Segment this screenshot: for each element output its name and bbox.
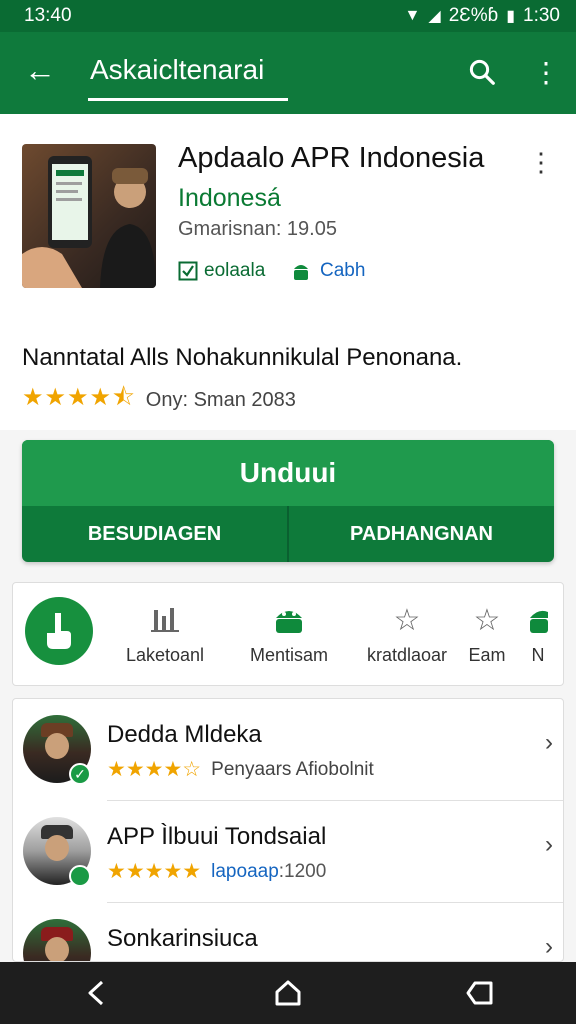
secondary-actions: BESUDIAGEN PADHANGNAN (22, 506, 554, 562)
hand-icon (47, 613, 71, 649)
feature-main-button[interactable] (25, 597, 93, 665)
left-action-button[interactable]: BESUDIAGEN (22, 506, 287, 562)
list-item[interactable]: APP Ìlbuui Tondsaial ★★★★★ lapoaap:1200 … (13, 801, 563, 903)
search-button[interactable] (462, 52, 502, 92)
status-time-right: 1:30 (523, 5, 560, 26)
list-item-subtitle: lapoaap:1200 (211, 861, 326, 883)
star-icon: ☆ (473, 603, 501, 637)
nav-back-icon (88, 980, 104, 1006)
avatar-face (45, 835, 69, 861)
rating-stars-icon: ★★★★⯪ (22, 384, 136, 411)
more-options-button[interactable]: ⋮ (526, 52, 566, 92)
tag-editors-choice: eolaala (178, 260, 265, 282)
list-item-rating: ★★★★★ lapoaap:1200 (107, 859, 326, 884)
avatar-face (45, 937, 69, 961)
search-icon (469, 59, 495, 85)
list-item[interactable]: ✓ Dedda Mldeka ★★★★☆ Penyaars Afiobolnit… (13, 699, 563, 801)
chevron-right-icon: › (545, 831, 553, 858)
list-item-title: Sonkarinsiuca (107, 925, 258, 952)
app-meta: Gmarisnan: 19.05 (178, 218, 337, 240)
back-button[interactable]: ← (20, 50, 60, 90)
more-vert-icon: ⋮ (528, 146, 554, 177)
right-action-button[interactable]: PADHANGNAN (289, 506, 554, 562)
star-icon: ☆ (393, 603, 421, 637)
title-underline (88, 98, 288, 101)
tag1-label: eolaala (204, 260, 266, 281)
android-icon (294, 265, 308, 280)
feature-item-2[interactable]: Mentisam (241, 603, 337, 666)
feature-label-5: N (531, 645, 545, 665)
nav-back-button[interactable] (66, 968, 126, 1018)
rating-text: Ony: Sman 2083 (145, 389, 296, 411)
battery-icon: ▮ (506, 8, 516, 25)
rating-stars-icon: ★★★★☆ (107, 758, 202, 781)
status-time-left: 13:40 (24, 5, 72, 26)
related-apps-list: ✓ Dedda Mldeka ★★★★☆ Penyaars Afiobolnit… (12, 698, 564, 962)
arrow-back-icon: ← (24, 51, 56, 88)
description-rating: ★★★★⯪ Ony: Sman 2083 (22, 380, 296, 421)
checkbox-icon (178, 261, 198, 281)
feature-label-4: Eam (468, 645, 506, 665)
android-icon (528, 603, 548, 637)
nav-recents-button[interactable] (450, 968, 510, 1018)
nav-home-button[interactable] (258, 968, 318, 1018)
chevron-right-icon: › (545, 933, 553, 960)
app-header: Apdaalo APR Indonesia Indonesá Gmarisnan… (0, 114, 576, 320)
action-card: Unduui BESUDIAGEN PADHANGNAN (22, 440, 554, 562)
tag-category: Cabh (290, 260, 365, 282)
stats-icon (149, 603, 181, 637)
battery-text: 2Ɛ%ɓ (448, 5, 499, 26)
app-thumbnail[interactable] (22, 144, 156, 288)
more-vert-icon: ⋮ (532, 56, 560, 88)
status-right: ▼ ◢ 2Ɛ%ɓ ▮ 1:30 (405, 5, 560, 27)
app-thumbnail-image (22, 156, 156, 288)
avatar-face (45, 733, 69, 759)
badge-icon (69, 865, 91, 887)
list-item-rating: ★★★★☆ Penyaars Afiobolnit (107, 757, 374, 782)
nav-home-icon (275, 980, 301, 1006)
system-nav-bar (0, 962, 576, 1024)
verified-check-icon: ✓ (69, 763, 91, 785)
app-name: Apdaalo APR Indonesia (178, 142, 485, 174)
list-item[interactable]: Sonkarinsiuca › (13, 903, 563, 961)
wifi-icon: ▼ (404, 7, 421, 24)
feature-item-1[interactable]: Laketoanl (117, 603, 213, 666)
feature-label-2: Mentisam (249, 645, 329, 665)
feature-strip: Laketoanl Mentisam ☆ kratdlaoar ☆ Eam N (12, 582, 564, 686)
subtitle-count: :1200 (278, 860, 327, 882)
description-title: Nanntatal Alls Nohakunnikulal Penonana. (22, 344, 463, 371)
list-item-title: APP Ìlbuui Tondsaial (107, 823, 327, 850)
app-more-button[interactable]: ⋮ (526, 144, 556, 180)
description-section: Nanntatal Alls Nohakunnikulal Penonana. … (0, 320, 576, 430)
feature-label-3: kratdlaoar (366, 645, 448, 665)
list-item-title: Dedda Mldeka (107, 721, 262, 748)
status-bar: 13:40 ▼ ◢ 2Ɛ%ɓ ▮ 1:30 (0, 0, 576, 32)
android-icon (272, 603, 306, 637)
nav-recents-icon (466, 981, 493, 1005)
list-item-subtitle: Penyaars Afiobolnit (211, 758, 374, 780)
subtitle-link[interactable]: lapoaap (211, 861, 279, 882)
avatar (23, 919, 91, 961)
chevron-right-icon: › (545, 729, 553, 756)
signal-icon: ◢ (428, 8, 441, 25)
app-bar: ← Askaicltenarai ⋮ (0, 32, 576, 114)
feature-item-5[interactable]: N (513, 603, 563, 666)
tag2-label: Cabh (320, 260, 366, 281)
feature-label-1: Laketoanl (125, 645, 205, 665)
app-developer[interactable]: Indonesá (178, 184, 281, 213)
app-bar-title: Askaicltenarai (90, 54, 265, 85)
rating-stars-icon: ★★★★★ (107, 860, 202, 883)
install-button[interactable]: Unduui (22, 440, 554, 506)
